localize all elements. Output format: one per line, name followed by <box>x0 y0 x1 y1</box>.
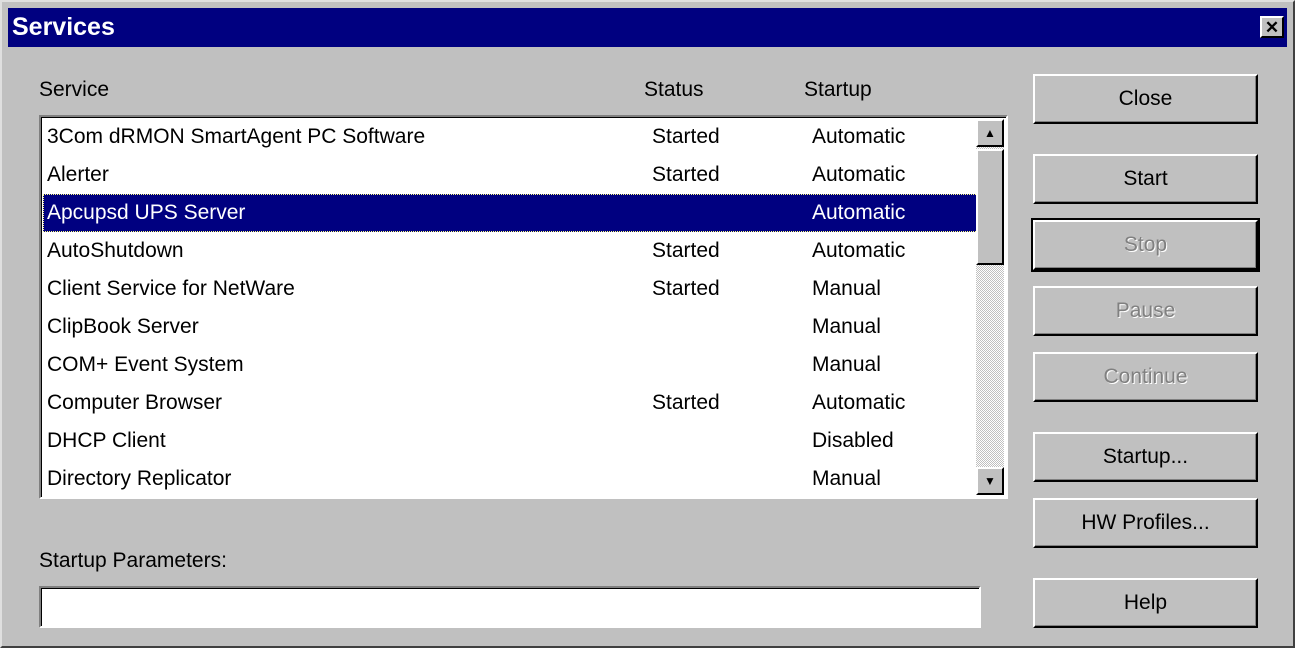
service-name: ClipBook Server <box>47 315 199 338</box>
service-name: Alerter <box>47 163 109 186</box>
scroll-down-arrow-icon[interactable]: ▼ <box>976 467 1004 495</box>
service-status: Started <box>652 391 720 414</box>
service-status: Started <box>652 277 720 300</box>
startup-button[interactable]: Startup... <box>1033 432 1258 482</box>
list-item[interactable]: ClipBook Server Manual <box>43 308 980 346</box>
service-startup: Manual <box>812 467 881 490</box>
vertical-scrollbar[interactable]: ▲ ▼ <box>976 119 1004 495</box>
service-startup: Disabled <box>812 429 894 452</box>
list-item[interactable]: COM+ Event System Manual <box>43 346 980 384</box>
pause-button[interactable]: Pause <box>1033 286 1258 336</box>
service-name: 3Com dRMON SmartAgent PC Software <box>47 125 426 148</box>
service-name: COM+ Event System <box>47 353 244 376</box>
service-status: Started <box>652 125 720 148</box>
close-icon[interactable]: ✕ <box>1260 16 1284 38</box>
list-item[interactable]: Client Service for NetWare Started Manua… <box>43 270 980 308</box>
column-header-startup: Startup <box>804 78 872 101</box>
startup-parameters-label: Startup Parameters: <box>39 549 227 572</box>
list-item[interactable]: Directory Replicator Manual <box>43 460 980 497</box>
stop-button[interactable]: Stop <box>1031 218 1260 272</box>
services-list[interactable]: 3Com dRMON SmartAgent PC Software Starte… <box>39 115 1008 499</box>
services-dialog: Services ✕ Service Status Startup 3Com d… <box>0 0 1295 648</box>
continue-button[interactable]: Continue <box>1033 352 1258 402</box>
service-startup: Automatic <box>812 239 906 262</box>
service-startup: Manual <box>812 353 881 376</box>
service-name: Client Service for NetWare <box>47 277 295 300</box>
service-startup: Automatic <box>812 125 906 148</box>
service-name: Directory Replicator <box>47 467 232 490</box>
service-name: AutoShutdown <box>47 239 184 262</box>
service-name: DHCP Client <box>47 429 166 452</box>
service-startup: Automatic <box>812 201 906 224</box>
list-item[interactable]: AutoShutdown Started Automatic <box>43 232 980 270</box>
list-item-selected[interactable]: Apcupsd UPS Server Automatic <box>43 194 980 232</box>
scroll-thumb[interactable] <box>976 149 1004 265</box>
help-button[interactable]: Help <box>1033 578 1258 628</box>
list-item[interactable]: Alerter Started Automatic <box>43 156 980 194</box>
window-title: Services <box>12 13 115 41</box>
service-startup: Automatic <box>812 163 906 186</box>
close-button[interactable]: Close <box>1033 74 1258 124</box>
service-name: Apcupsd UPS Server <box>47 201 246 224</box>
scroll-up-arrow-icon[interactable]: ▲ <box>976 119 1004 147</box>
column-header-service: Service <box>39 78 110 101</box>
service-status: Started <box>652 239 720 262</box>
list-item[interactable]: 3Com dRMON SmartAgent PC Software Starte… <box>43 118 980 156</box>
title-bar: Services ✕ <box>8 8 1287 47</box>
start-button[interactable]: Start <box>1033 154 1258 204</box>
startup-parameters-input[interactable] <box>39 586 981 628</box>
list-item[interactable]: Computer Browser Started Automatic <box>43 384 980 422</box>
service-startup: Manual <box>812 277 881 300</box>
service-startup: Automatic <box>812 391 906 414</box>
list-item[interactable]: DHCP Client Disabled <box>43 422 980 460</box>
hw-profiles-button[interactable]: HW Profiles... <box>1033 498 1258 548</box>
service-startup: Manual <box>812 315 881 338</box>
column-header-status: Status <box>644 78 704 101</box>
service-status: Started <box>652 163 720 186</box>
service-name: Computer Browser <box>47 391 223 414</box>
